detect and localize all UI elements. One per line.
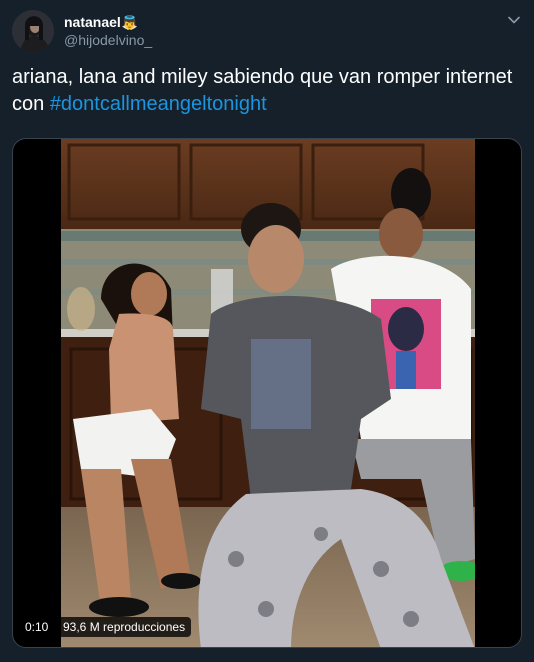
hashtag-link[interactable]: #dontcallmeangeltonight (50, 93, 267, 115)
tweet-text: ariana, lana and miley sabiendo que van … (12, 64, 522, 118)
chevron-down-icon[interactable] (506, 12, 522, 28)
video-views-badge: 93,6 M reproducciones (57, 617, 192, 637)
user-handle[interactable]: @hijodelvino_ (64, 32, 152, 48)
avatar-image (12, 10, 54, 52)
avatar[interactable] (12, 10, 54, 52)
angel-emoji-icon: 👼 (121, 15, 138, 30)
video-thumbnail (61, 139, 475, 647)
video-frame (61, 139, 475, 647)
video-player[interactable]: 0:10 93,6 M reproducciones (12, 138, 522, 648)
video-duration-badge: 0:10 (19, 617, 55, 637)
display-name-text: natanael (64, 14, 121, 30)
display-name[interactable]: natanael👼 (64, 14, 138, 31)
